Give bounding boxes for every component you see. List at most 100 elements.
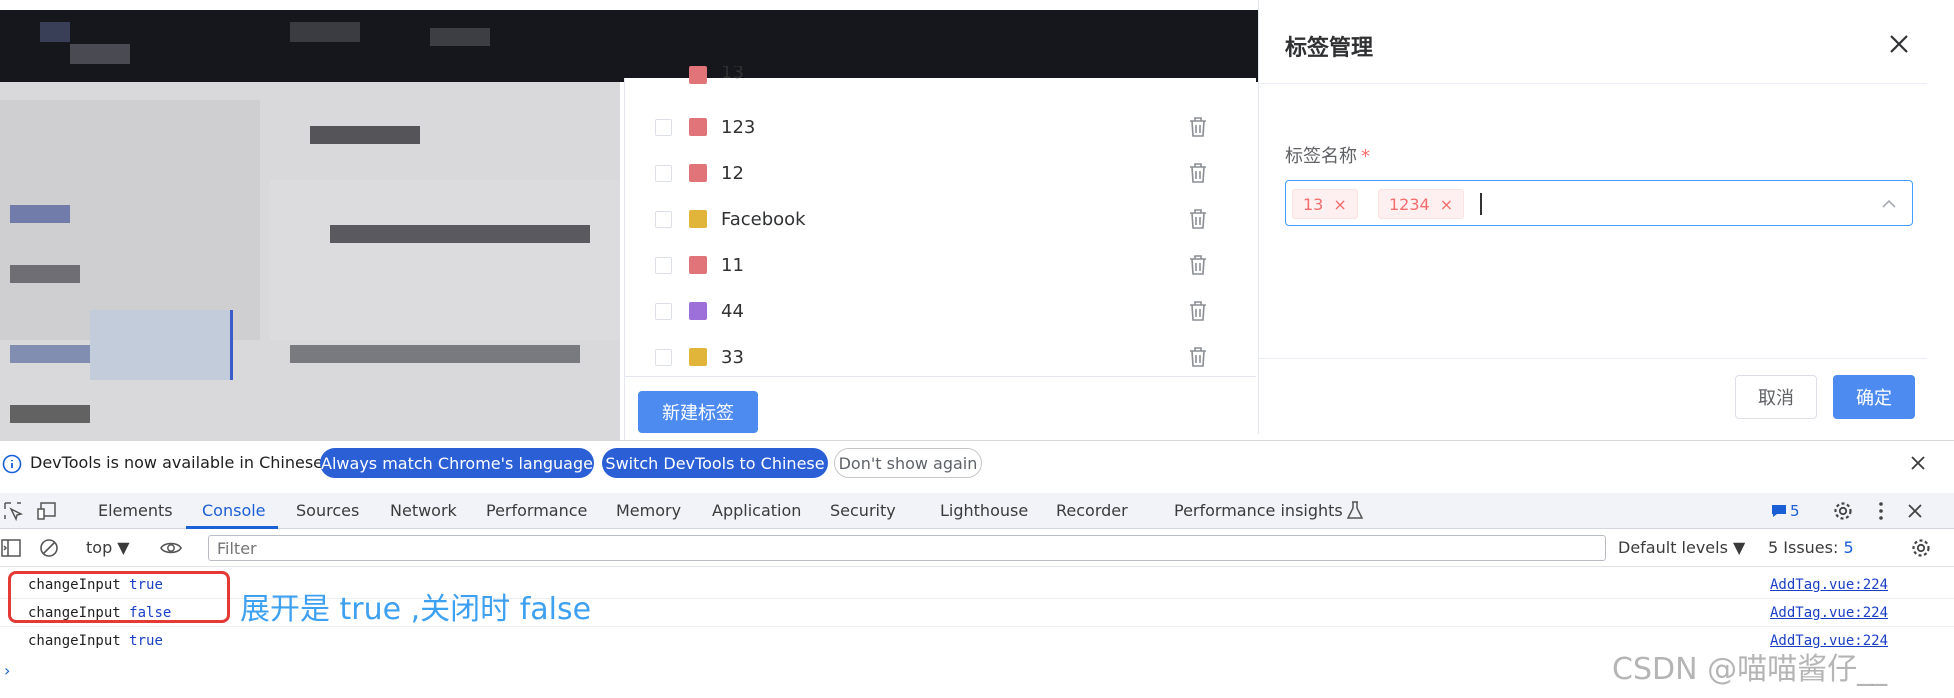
tag-checkbox[interactable]	[655, 210, 672, 228]
console-filter-bar: top ▼ Default levels ▼ 5 Issues: 5	[0, 529, 1954, 567]
tag-color-swatch	[689, 302, 707, 320]
new-tag-button[interactable]: 新建标签	[638, 391, 758, 433]
annotation-highlight-box	[8, 571, 230, 623]
sidebar-toggle-icon[interactable]	[0, 537, 22, 559]
drawer-header-divider	[1259, 83, 1927, 84]
message-icon[interactable]	[1770, 502, 1788, 520]
log-message: changeInput true	[28, 633, 163, 649]
panel-divider	[624, 376, 1256, 377]
chip-close-icon[interactable]: ×	[1333, 195, 1346, 214]
field-label-text: 标签名称	[1285, 146, 1357, 167]
log-levels-value: Default levels	[1618, 538, 1728, 557]
tag-row[interactable]: Facebook	[625, 196, 1257, 242]
field-label: 标签名称 *	[1285, 142, 1370, 168]
issues-count: 5	[1843, 538, 1854, 557]
watermark: CSDN @喵喵酱仔__	[1612, 652, 1888, 687]
trash-icon[interactable]	[1187, 161, 1209, 185]
tab-security[interactable]: Security	[830, 501, 896, 520]
tag-checkbox[interactable]	[655, 256, 672, 274]
tag-checkbox[interactable]	[655, 118, 672, 136]
tag-list-panel: 13 123 12 Facebook 11 44 33	[624, 66, 1257, 440]
tag-color-swatch	[689, 210, 707, 228]
inspect-element-icon[interactable]	[2, 500, 24, 522]
tag-checkbox[interactable]	[655, 348, 672, 366]
log-source-link[interactable]: AddTag.vue:224	[1770, 577, 1888, 593]
tag-row[interactable]: 44	[625, 288, 1257, 334]
tag-row[interactable]: 33	[625, 334, 1257, 380]
trash-icon[interactable]	[1187, 345, 1209, 369]
trash-icon[interactable]	[1187, 299, 1209, 323]
gear-icon[interactable]	[1832, 500, 1854, 522]
tag-chip: 13 ×	[1292, 189, 1358, 219]
infobar-message: DevTools is now available in Chinese!	[30, 453, 330, 472]
log-source-link[interactable]: AddTag.vue:224	[1770, 605, 1888, 621]
tag-label: 12	[721, 162, 744, 184]
tab-network[interactable]: Network	[390, 501, 457, 520]
tab-application[interactable]: Application	[712, 501, 801, 520]
filter-input[interactable]	[208, 535, 1606, 561]
tab-performance[interactable]: Performance	[486, 501, 587, 520]
trash-icon[interactable]	[1187, 115, 1209, 139]
devtools-tab-bar: Elements Console Sources Network Perform…	[0, 493, 1954, 529]
chip-label: 1234	[1389, 194, 1430, 214]
required-mark: *	[1361, 146, 1370, 167]
tag-name-select[interactable]: 13 × 1234 ×	[1285, 180, 1913, 226]
tag-label: Facebook	[721, 208, 806, 230]
tab-memory[interactable]: Memory	[616, 501, 681, 520]
trash-icon[interactable]	[1187, 253, 1209, 277]
tab-elements[interactable]: Elements	[98, 501, 173, 520]
tag-row[interactable]: 123	[625, 104, 1257, 150]
context-select[interactable]: top ▼	[86, 538, 130, 557]
eye-icon[interactable]	[160, 537, 182, 559]
message-count[interactable]: 5	[1790, 502, 1800, 520]
tag-color-swatch	[689, 348, 707, 366]
switch-to-chinese-button[interactable]: Switch DevTools to Chinese	[602, 448, 828, 478]
info-icon	[2, 454, 22, 474]
trash-icon[interactable]	[1187, 207, 1209, 231]
log-levels-select[interactable]: Default levels ▼	[1618, 538, 1745, 557]
language-infobar: DevTools is now available in Chinese! Al…	[0, 441, 1954, 485]
tag-label: 123	[721, 116, 756, 138]
clear-console-icon[interactable]	[38, 537, 60, 559]
issues-label: 5 Issues:	[1768, 538, 1839, 557]
console-prompt[interactable]: ›	[4, 661, 10, 680]
drawer-title: 标签管理	[1285, 36, 1374, 61]
close-icon[interactable]	[1887, 32, 1911, 56]
tag-checkbox[interactable]	[655, 302, 672, 320]
cancel-button[interactable]: 取消	[1735, 375, 1817, 419]
context-value: top	[86, 538, 113, 557]
more-vertical-icon[interactable]	[1870, 500, 1892, 522]
tag-color-swatch	[689, 164, 707, 182]
tab-sources[interactable]: Sources	[296, 501, 359, 520]
text-caret	[1480, 193, 1482, 215]
close-icon[interactable]	[1904, 500, 1926, 522]
chip-close-icon[interactable]: ×	[1440, 195, 1453, 214]
tag-chip: 1234 ×	[1378, 189, 1465, 219]
log-value: true	[129, 633, 163, 649]
tab-recorder[interactable]: Recorder	[1056, 501, 1128, 520]
close-icon[interactable]	[1908, 453, 1928, 473]
tab-lighthouse[interactable]: Lighthouse	[940, 501, 1028, 520]
dont-show-again-button[interactable]: Don't show again	[834, 448, 982, 478]
tag-label: 33	[721, 346, 744, 368]
drawer-footer-divider	[1259, 358, 1927, 359]
annotation-note: 展开是 true ,关闭时 false	[240, 592, 592, 627]
tab-performance-insights[interactable]: Performance insights	[1174, 501, 1343, 520]
tag-checkbox[interactable]	[655, 164, 672, 182]
issues-counter[interactable]: 5 Issues: 5	[1768, 538, 1854, 557]
tag-row[interactable]: 12	[625, 150, 1257, 196]
device-toolbar-icon[interactable]	[36, 500, 58, 522]
tag-label: 44	[721, 300, 744, 322]
tag-color-swatch	[689, 256, 707, 274]
tag-row[interactable]: 11	[625, 242, 1257, 288]
always-match-language-button[interactable]: Always match Chrome's language	[320, 448, 594, 478]
tag-label: 11	[721, 254, 744, 276]
tag-label: 13	[721, 66, 744, 83]
flask-icon	[1346, 501, 1364, 519]
chevron-up-icon[interactable]	[1880, 195, 1898, 213]
tag-row-partial[interactable]: 13	[625, 66, 1257, 90]
tab-console[interactable]: Console	[202, 501, 266, 520]
gear-icon[interactable]	[1910, 537, 1932, 559]
tag-color-swatch	[689, 66, 707, 84]
confirm-button[interactable]: 确定	[1833, 375, 1915, 419]
